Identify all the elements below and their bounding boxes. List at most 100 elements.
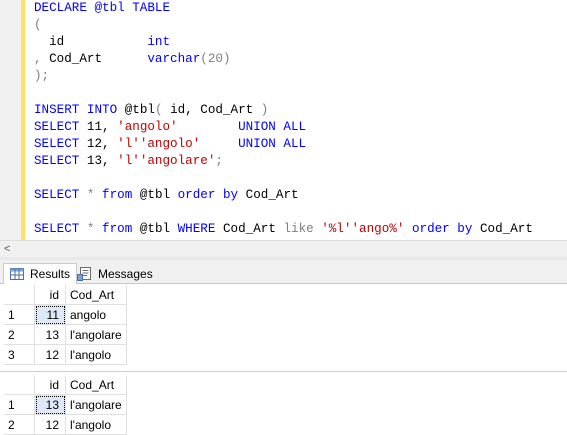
code-line[interactable]: SELECT * from @tbl WHERE Cod_Art like '%… [34, 221, 533, 238]
code-token: order by [177, 188, 246, 202]
code-token: SELECT [34, 137, 87, 151]
horizontal-scrollbar[interactable]: < [0, 240, 567, 257]
row-number: 3 [4, 344, 35, 365]
table-row[interactable]: 1 11 angolo [4, 304, 127, 325]
tab-messages[interactable]: Messages [72, 263, 159, 284]
code-token: SELECT [34, 188, 87, 202]
code-token: 'angolo' [117, 120, 178, 134]
code-line[interactable]: SELECT * from @tbl order by Cod_Art [34, 187, 533, 204]
code-line[interactable]: ( [34, 17, 533, 34]
code-line[interactable] [34, 204, 533, 221]
code-token: like [283, 222, 322, 236]
code-token: * [86, 222, 103, 236]
code-token: order by [404, 222, 480, 236]
results-pane: id Cod_Art 1 11 angolo 2 13 l'angolare 3… [0, 284, 567, 435]
code-token: id [34, 35, 148, 49]
table-row[interactable]: 3 12 l'angolo [4, 344, 127, 365]
code-line[interactable]: INSERT INTO @tbl( id, Cod_Art ) [34, 102, 533, 119]
cell-cod-art[interactable]: angolo [65, 304, 127, 325]
code-token: (20) [200, 52, 231, 66]
code-line[interactable]: DECLARE @tbl TABLE [34, 0, 533, 17]
code-line[interactable] [34, 85, 533, 102]
row-number-header [4, 375, 35, 395]
code-token: int [147, 35, 171, 49]
code-token: ); [34, 69, 50, 83]
cell-id[interactable]: 12 [34, 344, 66, 365]
query-editor[interactable]: DECLARE @tbl TABLE( id int, Cod_Art varc… [0, 0, 567, 240]
table-row[interactable]: 2 13 l'angolare [4, 324, 127, 345]
code-token: INSERT INTO [34, 103, 125, 117]
code-token: SELECT [34, 154, 87, 168]
cell-cod-art[interactable]: l'angolo [65, 414, 127, 435]
code-token: @tbl [139, 188, 178, 202]
result-grid-1[interactable]: id Cod_Art 1 11 angolo 2 13 l'angolare 3… [4, 285, 127, 365]
table-row[interactable]: 1 13 l'angolare [4, 394, 127, 415]
code-token: id, Cod_Art [170, 103, 261, 117]
cell-cod-art[interactable]: l'angolare [65, 394, 127, 415]
code-token: 13, [86, 154, 118, 168]
code-token: SELECT [34, 222, 87, 236]
cell-id[interactable]: 11 [34, 304, 66, 325]
code-token: Cod_Art [245, 188, 299, 202]
row-number: 2 [4, 414, 35, 435]
code-token: 11, [86, 120, 118, 134]
code-line[interactable]: SELECT 13, 'l''angolare'; [34, 153, 533, 170]
code-token: @tbl [124, 103, 155, 117]
code-line[interactable]: , Cod_Art varchar(20) [34, 51, 533, 68]
row-number: 1 [4, 394, 35, 415]
tab-results[interactable]: Results [3, 263, 78, 284]
tab-messages-label: Messages [98, 266, 153, 281]
code-token: WHERE [177, 222, 223, 236]
code-token: Cod_Art [49, 52, 148, 66]
row-number: 1 [4, 304, 35, 325]
results-tab-bar: Results Messages [0, 260, 567, 284]
cell-id[interactable]: 13 [34, 394, 66, 415]
code-token: SELECT [34, 120, 87, 134]
grid-separator [0, 371, 567, 372]
code-line[interactable]: SELECT 12, 'l''angolo' UNION ALL [34, 136, 533, 153]
change-tracking-bar [21, 0, 25, 240]
code-token: 'l''angolare' [117, 154, 216, 168]
cell-cod-art[interactable]: l'angolo [65, 344, 127, 365]
code-token: ( [154, 103, 171, 117]
code-token: 'l''angolo' [117, 137, 201, 151]
code-token: Cod_Art [479, 222, 533, 236]
row-number-header [4, 285, 35, 305]
code-line[interactable]: ); [34, 68, 533, 85]
cell-cod-art[interactable]: l'angolare [65, 324, 127, 345]
sql-code[interactable]: DECLARE @tbl TABLE( id int, Cod_Art varc… [34, 0, 533, 238]
table-row[interactable]: 2 12 l'angolo [4, 414, 127, 435]
code-line[interactable] [34, 170, 533, 187]
column-header-cod-art[interactable]: Cod_Art [65, 375, 127, 395]
code-token: Cod_Art [222, 222, 284, 236]
row-number: 2 [4, 324, 35, 345]
code-token: ( [34, 18, 42, 32]
grid-icon [9, 267, 25, 281]
scroll-left-icon[interactable]: < [4, 242, 10, 256]
code-token: UNION ALL [238, 137, 307, 151]
code-line[interactable]: id int [34, 34, 533, 51]
grid-header-row: id Cod_Art [4, 285, 127, 305]
code-token: ) [260, 103, 269, 117]
grid-header-row: id Cod_Art [4, 375, 127, 395]
column-header-id[interactable]: id [34, 375, 66, 395]
code-token: 12, [86, 137, 118, 151]
code-token: DECLARE @tbl TABLE [34, 1, 171, 15]
code-token: from [102, 188, 140, 202]
column-header-id[interactable]: id [34, 285, 66, 305]
cell-id[interactable]: 13 [34, 324, 66, 345]
code-token: UNION ALL [238, 120, 307, 134]
code-token: from [102, 222, 140, 236]
code-token: '%l''ango%' [321, 222, 405, 236]
result-grid-2[interactable]: id Cod_Art 1 13 l'angolare 2 12 l'angolo [4, 375, 127, 435]
editor-gutter [0, 0, 22, 240]
code-token: @tbl [139, 222, 178, 236]
code-line[interactable]: SELECT 11, 'angolo' UNION ALL [34, 119, 533, 136]
cell-id[interactable]: 12 [34, 414, 66, 435]
column-header-cod-art[interactable]: Cod_Art [65, 285, 127, 305]
code-token: ; [215, 154, 223, 168]
code-token: varchar [147, 52, 201, 66]
messages-icon [77, 266, 93, 281]
